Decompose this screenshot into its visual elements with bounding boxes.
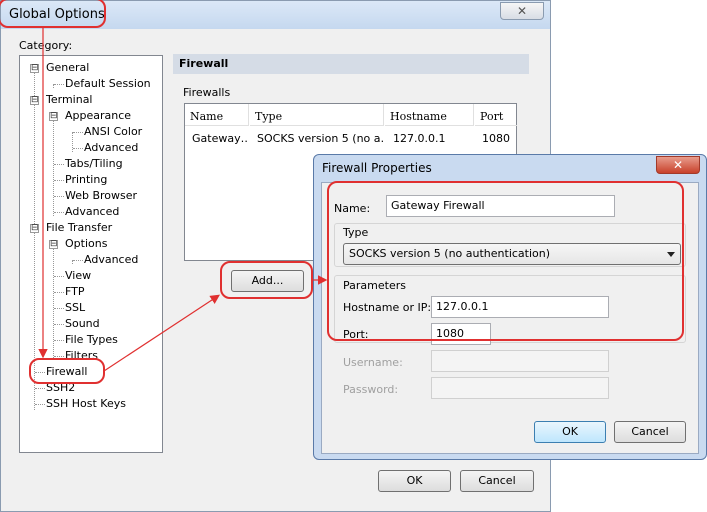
annotation-highlight: [0, 0, 106, 28]
tree-item-ftp[interactable]: FTP: [65, 285, 85, 298]
section-header: Firewall: [173, 54, 529, 74]
tree-item-view[interactable]: View: [65, 269, 91, 282]
tree-item-options[interactable]: Options: [65, 237, 107, 250]
cell-port: 1080: [482, 132, 510, 145]
close-icon: ✕: [672, 158, 684, 172]
tree-item-ssl[interactable]: SSL: [65, 301, 85, 314]
tree-branch: [54, 340, 64, 341]
ok-button[interactable]: OK: [378, 470, 451, 492]
cancel-button[interactable]: Cancel: [460, 470, 534, 492]
tree-branch: [54, 180, 64, 181]
tree-item-sound[interactable]: Sound: [65, 317, 100, 330]
category-tree: ⊟ General Default Session ⊟ Terminal ⊟ A…: [19, 55, 163, 453]
tree-guide-line: [72, 132, 73, 152]
tree-branch: [54, 196, 64, 197]
tree-item-file-transfer[interactable]: File Transfer: [46, 221, 112, 234]
tree-branch: [54, 324, 64, 325]
category-label: Category:: [19, 39, 73, 52]
tree-branch: [54, 212, 64, 213]
tree-item-default-session[interactable]: Default Session: [65, 77, 151, 90]
tree-item-general[interactable]: General: [46, 61, 89, 74]
collapse-icon[interactable]: ⊟: [30, 96, 39, 105]
password-label: Password:: [343, 383, 399, 396]
tree-item-advanced[interactable]: Advanced: [84, 141, 138, 154]
tree-item-terminal[interactable]: Terminal: [46, 93, 93, 106]
dialog-ok-button[interactable]: OK: [534, 421, 606, 443]
tree-branch: [54, 276, 64, 277]
cell-hostname: 127.0.0.1: [393, 132, 446, 145]
tree-branch: [54, 84, 64, 85]
tree-branch: [73, 132, 83, 133]
username-label: Username:: [343, 356, 403, 369]
tree-item-file-types[interactable]: File Types: [65, 333, 118, 346]
tree-branch: [54, 356, 64, 357]
tree-item-ansi-color[interactable]: ANSI Color: [84, 125, 142, 138]
tree-branch: [73, 148, 83, 149]
annotation-highlight: [29, 358, 105, 384]
tree-branch: [73, 260, 83, 261]
column-header-port[interactable]: Port: [475, 104, 517, 126]
close-icon: ✕: [516, 4, 528, 18]
cell-name: Gateway…: [192, 132, 249, 145]
collapse-icon[interactable]: ⊟: [30, 224, 39, 233]
column-header-name[interactable]: Name: [185, 104, 249, 126]
tree-item-advanced[interactable]: Advanced: [84, 253, 138, 266]
dialog-title: Firewall Properties: [322, 161, 432, 175]
dialog-close-button[interactable]: ✕: [656, 156, 700, 174]
tree-branch: [35, 388, 45, 389]
tree-branch: [54, 164, 64, 165]
cell-type: SOCKS version 5 (no a…: [257, 132, 384, 145]
column-header-hostname[interactable]: Hostname: [385, 104, 474, 126]
annotation-highlight: [220, 261, 313, 299]
annotation-highlight: [327, 181, 684, 341]
tree-item-web-browser[interactable]: Web Browser: [65, 189, 137, 202]
collapse-icon[interactable]: ⊟: [49, 240, 58, 249]
dialog-cancel-button[interactable]: Cancel: [614, 421, 686, 443]
column-header-type[interactable]: Type: [250, 104, 384, 126]
tree-item-tabs-tiling[interactable]: Tabs/Tiling: [65, 157, 123, 170]
tree-item-appearance[interactable]: Appearance: [65, 109, 131, 122]
tree-branch: [35, 404, 45, 405]
collapse-icon[interactable]: ⊟: [49, 112, 58, 121]
window-close-button[interactable]: ✕: [500, 2, 544, 20]
tree-guide-line: [53, 116, 54, 216]
tree-guide-line: [53, 244, 54, 360]
tree-branch: [54, 308, 64, 309]
collapse-icon[interactable]: ⊟: [30, 64, 39, 73]
tree-item-ssh-host-keys[interactable]: SSH Host Keys: [46, 397, 126, 410]
tree-branch: [54, 292, 64, 293]
tree-item-advanced[interactable]: Advanced: [65, 205, 119, 218]
username-field[interactable]: [431, 350, 609, 372]
tree-item-printing[interactable]: Printing: [65, 173, 107, 186]
firewalls-label: Firewalls: [183, 86, 231, 99]
password-field[interactable]: [431, 377, 609, 399]
